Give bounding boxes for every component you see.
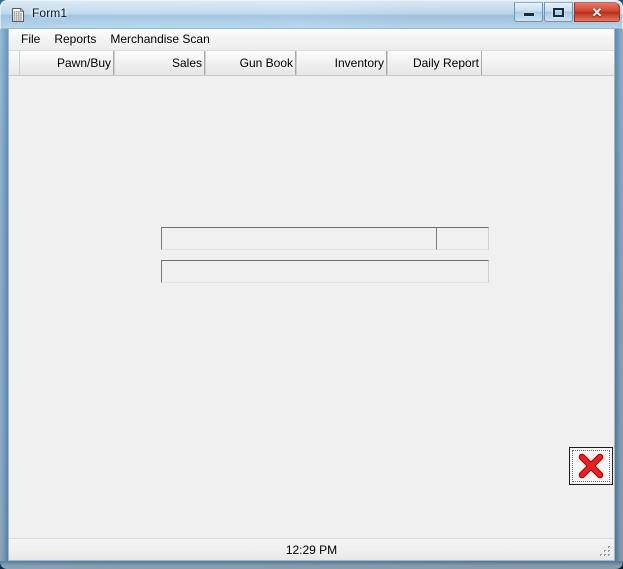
window-border-left[interactable]	[0, 29, 8, 561]
toolbar-button-sales[interactable]: Sales	[114, 51, 205, 75]
tool-bar: Pawn/Buy Sales Gun Book Inventory Daily …	[9, 51, 614, 76]
primary-text-input[interactable]	[161, 227, 437, 250]
resize-grip[interactable]	[599, 545, 612, 558]
menu-item-reports[interactable]: Reports	[47, 30, 103, 50]
red-x-icon	[577, 453, 605, 479]
title-bar[interactable]: Form1 ✕	[0, 0, 623, 29]
application-window: Form1 ✕ File Reports Merchandise Scan Pa…	[0, 0, 623, 569]
menu-item-merchandise-scan[interactable]: Merchandise Scan	[103, 30, 216, 50]
status-bar: 12:29 PM	[9, 538, 614, 560]
window-controls: ✕	[513, 2, 620, 22]
client-area: File Reports Merchandise Scan Pawn/Buy S…	[8, 29, 615, 561]
minimize-button[interactable]	[514, 2, 543, 22]
window-border-bottom[interactable]	[0, 561, 623, 569]
exit-button[interactable]	[569, 447, 613, 485]
toolbar-button-gun-book[interactable]: Gun Book	[205, 51, 296, 75]
maximize-restore-button[interactable]	[544, 2, 573, 22]
menu-item-file[interactable]: File	[14, 30, 47, 50]
form-grid-icon	[10, 7, 26, 23]
minimize-icon	[523, 13, 534, 16]
toolbar-button-daily-report[interactable]: Daily Report	[387, 51, 482, 75]
third-text-input[interactable]	[161, 260, 489, 283]
secondary-text-input[interactable]	[436, 227, 489, 250]
close-icon: ✕	[591, 4, 603, 20]
window-title: Form1	[32, 6, 68, 20]
menu-bar: File Reports Merchandise Scan	[9, 29, 614, 51]
close-button[interactable]: ✕	[574, 2, 620, 22]
toolbar-button-pawn-buy[interactable]: Pawn/Buy	[19, 51, 114, 75]
window-border-right[interactable]	[615, 29, 623, 561]
toolbar-button-inventory[interactable]: Inventory	[296, 51, 387, 75]
status-time-label: 12:29 PM	[285, 542, 338, 557]
maximize-icon	[553, 7, 564, 17]
